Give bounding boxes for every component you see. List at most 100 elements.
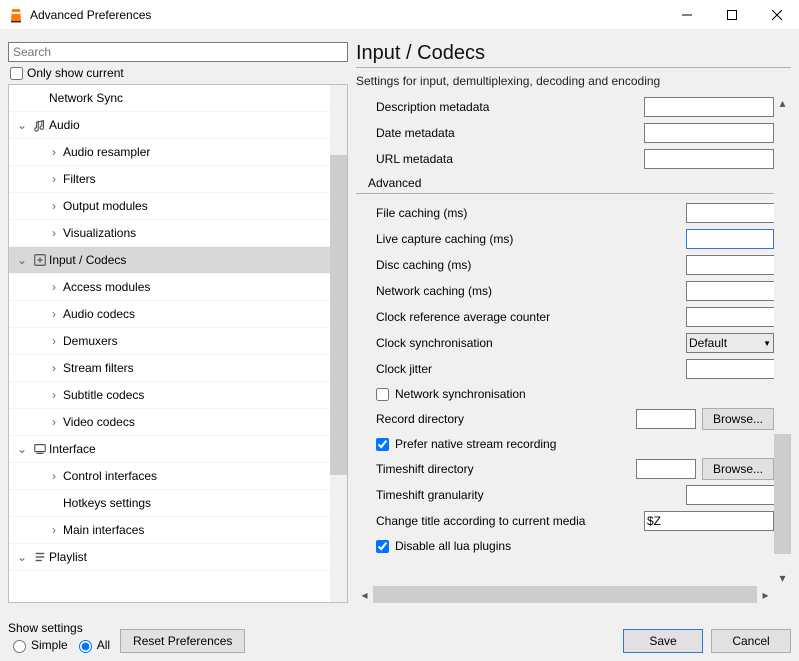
close-button[interactable] [754, 0, 799, 30]
timeshift-directory-input[interactable] [636, 459, 696, 479]
network-sync-checkbox[interactable] [376, 388, 389, 401]
tree-item-stream-filters[interactable]: ›Stream filters [9, 355, 330, 382]
scroll-up-icon[interactable]: ▴ [774, 94, 791, 111]
file-caching-spin[interactable]: ▲▼ [686, 203, 774, 223]
settings-h-thumb[interactable] [373, 586, 757, 603]
only-show-current-checkbox[interactable] [10, 67, 23, 80]
advanced-section-header: Advanced [356, 176, 774, 194]
prefer-native-row[interactable]: Prefer native stream recording [356, 432, 774, 456]
description-metadata-input[interactable] [644, 97, 774, 117]
chevron-right-icon[interactable]: › [45, 172, 63, 186]
timeshift-granularity-label: Timeshift granularity [376, 488, 686, 502]
chevron-right-icon[interactable]: › [45, 226, 63, 240]
tree-item-control-interfaces[interactable]: ›Control interfaces [9, 463, 330, 490]
chevron-right-icon[interactable]: › [45, 199, 63, 213]
chevron-down-icon[interactable]: ⌄ [13, 550, 31, 564]
scroll-down-icon[interactable]: ▾ [774, 569, 791, 586]
clock-ref-spin[interactable]: ▲▼ [686, 307, 774, 327]
settings-v-scrollbar[interactable]: ▴ ▾ [774, 94, 791, 586]
tree-category-input-codecs[interactable]: ⌄ Input / Codecs [9, 247, 330, 274]
only-show-current-row[interactable]: Only show current [8, 62, 348, 84]
window-title: Advanced Preferences [30, 8, 664, 22]
disable-lua-row[interactable]: Disable all lua plugins [356, 534, 774, 558]
page-subtitle: Settings for input, demultiplexing, deco… [356, 74, 791, 88]
timeshift-granularity-spin[interactable]: ▲▼ [686, 485, 774, 505]
tree-item-hotkeys-settings[interactable]: Hotkeys settings [9, 490, 330, 517]
tree-scrollbar[interactable] [330, 85, 347, 602]
prefer-native-checkbox[interactable] [376, 438, 389, 451]
chevron-down-icon[interactable]: ⌄ [13, 253, 31, 267]
file-caching-label: File caching (ms) [376, 206, 686, 220]
caret-down-icon: ▼ [763, 339, 771, 348]
timeshift-directory-browse-button[interactable]: Browse... [702, 458, 774, 480]
tree-scrollbar-thumb[interactable] [330, 155, 347, 475]
tree-item-audio-codecs[interactable]: ›Audio codecs [9, 301, 330, 328]
tree-category-interface[interactable]: ⌄ Interface [9, 436, 330, 463]
settings-h-scrollbar[interactable]: ◂ ▸ [356, 586, 774, 603]
clock-jitter-spin[interactable]: ▲▼ [686, 359, 774, 379]
url-metadata-label: URL metadata [376, 152, 644, 166]
tree-item-demuxers[interactable]: ›Demuxers [9, 328, 330, 355]
tree-item-output-modules[interactable]: ›Output modules [9, 193, 330, 220]
disc-caching-label: Disc caching (ms) [376, 258, 686, 272]
all-radio[interactable] [79, 640, 92, 653]
minimize-button[interactable] [664, 0, 709, 30]
show-settings-label: Show settings [8, 621, 110, 635]
chevron-down-icon[interactable]: ⌄ [13, 442, 31, 456]
date-metadata-label: Date metadata [376, 126, 644, 140]
timeshift-directory-label: Timeshift directory [376, 462, 636, 476]
save-button[interactable]: Save [623, 629, 703, 653]
live-capture-caching-label: Live capture caching (ms) [376, 232, 686, 246]
chevron-right-icon[interactable]: › [45, 523, 63, 537]
tree-category-playlist[interactable]: ⌄ Playlist [9, 544, 330, 571]
tree-category-audio[interactable]: ⌄ Audio [9, 112, 330, 139]
chevron-right-icon[interactable]: › [45, 469, 63, 483]
preferences-tree[interactable]: Network Sync ⌄ Audio ›Audio resampler ›F… [9, 85, 330, 602]
live-capture-caching-spin[interactable]: ▲▼ [686, 229, 774, 249]
search-input[interactable] [8, 42, 348, 62]
tree-item-main-interfaces[interactable]: ›Main interfaces [9, 517, 330, 544]
page-title: Input / Codecs [356, 42, 791, 67]
cancel-button[interactable]: Cancel [711, 629, 791, 653]
network-caching-spin[interactable]: ▲▼ [686, 281, 774, 301]
simple-radio-row[interactable]: Simple [8, 637, 68, 653]
url-metadata-input[interactable] [644, 149, 774, 169]
simple-radio[interactable] [13, 640, 26, 653]
chevron-right-icon[interactable]: › [45, 388, 63, 402]
tree-item-network-sync[interactable]: Network Sync [9, 85, 330, 112]
tree-item-subtitle-codecs[interactable]: ›Subtitle codecs [9, 382, 330, 409]
chevron-down-icon[interactable]: ⌄ [13, 118, 31, 132]
scroll-right-icon[interactable]: ▸ [757, 586, 774, 603]
reset-preferences-button[interactable]: Reset Preferences [120, 629, 245, 653]
tree-item-video-codecs[interactable]: ›Video codecs [9, 409, 330, 436]
only-show-current-label: Only show current [27, 66, 124, 80]
all-radio-row[interactable]: All [74, 637, 110, 653]
record-directory-browse-button[interactable]: Browse... [702, 408, 774, 430]
tree-item-visualizations[interactable]: ›Visualizations [9, 220, 330, 247]
chevron-right-icon[interactable]: › [45, 307, 63, 321]
change-title-input[interactable] [644, 511, 774, 531]
app-icon [8, 7, 24, 23]
network-sync-row[interactable]: Network synchronisation [356, 382, 774, 406]
chevron-right-icon[interactable]: › [45, 145, 63, 159]
disc-caching-spin[interactable]: ▲▼ [686, 255, 774, 275]
clock-sync-select[interactable]: Default▼ [686, 333, 774, 353]
tree-item-audio-resampler[interactable]: ›Audio resampler [9, 139, 330, 166]
tree-item-filters[interactable]: ›Filters [9, 166, 330, 193]
audio-icon [31, 118, 49, 132]
disable-lua-checkbox[interactable] [376, 540, 389, 553]
settings-v-thumb[interactable] [774, 434, 791, 554]
divider [356, 67, 791, 68]
chevron-right-icon[interactable]: › [45, 334, 63, 348]
chevron-right-icon[interactable]: › [45, 415, 63, 429]
change-title-label: Change title according to current media [376, 514, 644, 528]
network-caching-label: Network caching (ms) [376, 284, 686, 298]
chevron-right-icon[interactable]: › [45, 280, 63, 294]
maximize-button[interactable] [709, 0, 754, 30]
scroll-left-icon[interactable]: ◂ [356, 586, 373, 603]
record-directory-input[interactable] [636, 409, 696, 429]
date-metadata-input[interactable] [644, 123, 774, 143]
chevron-right-icon[interactable]: › [45, 361, 63, 375]
tree-item-access-modules[interactable]: ›Access modules [9, 274, 330, 301]
record-directory-label: Record directory [376, 412, 636, 426]
